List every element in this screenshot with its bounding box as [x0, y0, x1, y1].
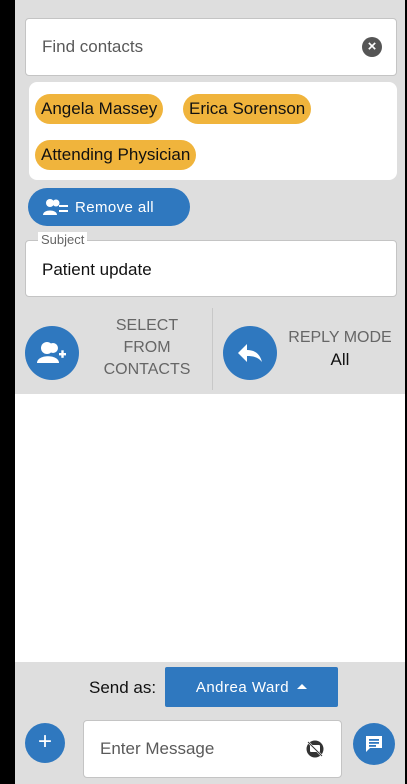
compose-header: Find contacts × Angela Massey Erica Sore…: [15, 0, 405, 394]
message-placeholder: Enter Message: [100, 739, 215, 758]
subject-field[interactable]: Subject Patient update: [25, 232, 397, 297]
search-input[interactable]: Find contacts ×: [25, 18, 397, 76]
message-input[interactable]: Enter Message: [83, 720, 342, 778]
remove-all-button[interactable]: Remove all: [28, 188, 190, 226]
caret-up-icon: [297, 683, 308, 689]
action-divider: [212, 308, 213, 390]
subject-label: Subject: [38, 232, 88, 247]
message-off-icon[interactable]: [305, 739, 325, 759]
select-contacts-line1: SELECT: [115, 317, 179, 334]
remove-all-label: Remove all: [75, 198, 155, 216]
select-contacts-button[interactable]: [25, 326, 79, 380]
remove-users-icon: [43, 199, 68, 215]
send-as-dropdown[interactable]: Andrea Ward: [165, 667, 338, 707]
reply-mode-button[interactable]: [223, 326, 277, 380]
reply-mode-label[interactable]: REPLY MODE All: [277, 327, 403, 371]
clear-icon[interactable]: ×: [362, 37, 382, 57]
recipient-chip[interactable]: Angela Massey: [35, 94, 164, 124]
add-user-icon: [37, 342, 66, 363]
add-attachment-button[interactable]: +: [25, 723, 65, 763]
reply-icon: [238, 344, 262, 362]
search-placeholder: Find contacts: [42, 37, 144, 56]
send-button[interactable]: [353, 723, 395, 765]
recipient-list: Angela Massey Erica Sorenson Attending P…: [29, 82, 397, 180]
send-as-value: Andrea Ward: [195, 678, 290, 696]
select-contacts-line3: CONTACTS: [103, 361, 191, 378]
send-as-label: Send as:: [89, 678, 157, 697]
plus-icon: +: [37, 728, 52, 755]
recipient-chip[interactable]: Attending Physician: [35, 140, 197, 170]
reply-mode-title: REPLY MODE: [288, 329, 392, 346]
recipient-chip[interactable]: Erica Sorenson: [183, 94, 312, 124]
message-icon: [366, 736, 382, 752]
select-contacts-label[interactable]: SELECT FROM CONTACTS: [97, 315, 197, 381]
composer-bar: Send as: Andrea Ward + Enter Message: [15, 662, 405, 784]
action-row: SELECT FROM CONTACTS REPLY MODE All: [15, 305, 405, 393]
subject-value: Patient update: [42, 260, 152, 279]
compose-screen: Find contacts × Angela Massey Erica Sore…: [15, 0, 405, 784]
select-contacts-line2: FROM: [123, 339, 171, 356]
reply-mode-value: All: [330, 350, 350, 369]
